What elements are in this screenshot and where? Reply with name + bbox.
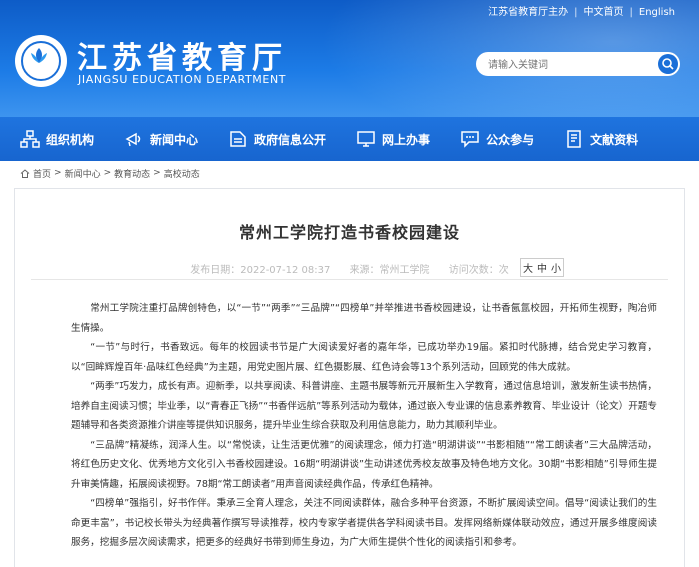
breadcrumb-separator: >: [103, 168, 112, 178]
nav-label: 政府信息公开: [254, 132, 327, 147]
nav-label: 新闻中心: [150, 132, 199, 147]
breadcrumb: 首页 > 新闻中心 > 教育动态 > 高校动态: [0, 161, 699, 185]
breadcrumb-home[interactable]: 首页: [33, 167, 51, 180]
top-separator: |: [629, 7, 633, 18]
public-participation-icon: [461, 131, 479, 148]
view-count: 访问次数：次: [448, 265, 509, 276]
breadcrumb-university-news[interactable]: 高校动态: [164, 167, 200, 180]
search-icon: [662, 58, 674, 70]
logo-emblem-icon: [31, 48, 47, 63]
breadcrumb-news-center[interactable]: 新闻中心: [65, 167, 101, 180]
search-input[interactable]: [486, 52, 650, 78]
site-title: 江苏省教育厅: [77, 41, 287, 76]
online-service-icon: [357, 131, 375, 147]
font-size-medium-button[interactable]: 中: [535, 259, 549, 276]
nav-item-public-participation[interactable]: 公众参与: [460, 129, 534, 149]
home-icon: [20, 168, 30, 178]
top-links: 江苏省教育厅主办 | 中文首页 | English: [482, 3, 681, 18]
news-icon: [125, 132, 141, 147]
nav-label: 组织机构: [46, 132, 95, 147]
article-paragraph: “四榜单”强指引，好书作伴。秉承三全育人理念，关注不同阅读群体，融合多种平台资源…: [71, 498, 657, 548]
search-box: [476, 52, 680, 78]
search-button[interactable]: [658, 54, 678, 74]
main-nav: 组织机构 新闻中心 政府信息公开 网上办事 公众参与 文献资料: [0, 117, 699, 161]
nav-label: 网上办事: [382, 132, 431, 147]
site-header: 江苏省教育厅主办 | 中文首页 | English 江苏省教育厅 JIANGSU EDU…: [0, 0, 699, 117]
font-size-large-button[interactable]: 大: [521, 259, 535, 276]
english-link[interactable]: English: [639, 7, 675, 18]
article-meta: 发布日期：2022-07-12 08:37 来源：常州工学院 访问次数：次: [15, 261, 684, 276]
nav-item-news[interactable]: 新闻中心: [124, 129, 198, 149]
article-paragraph: “一节”与时行，书香致远。每年的校园读书节是广大阅读爱好者的嘉年华，已成功举办1…: [71, 342, 657, 373]
article-paragraph: “三品牌”精凝练，润泽人生。以“常悦读，让生活更优雅”的阅读理念，倾力打造“明湖…: [71, 439, 657, 490]
breadcrumb-education-news[interactable]: 教育动态: [114, 167, 150, 180]
org-chart-icon: [20, 130, 40, 148]
font-size-switcher: 大 中 小: [520, 258, 564, 277]
meta-divider: [31, 279, 668, 280]
documents-icon: [567, 130, 581, 148]
site-logo[interactable]: [15, 35, 67, 87]
article-panel: 常州工学院打造书香校园建设 发布日期：2022-07-12 08:37 来源：常…: [14, 188, 685, 567]
article-title: 常州工学院打造书香校园建设: [238, 223, 460, 242]
article-body: 常州工学院注重打品牌创特色，以“一节”“两季”“三品牌”“四榜单”并举推进书香校…: [71, 299, 657, 553]
breadcrumb-separator: >: [54, 168, 62, 178]
nav-item-online-service[interactable]: 网上办事: [356, 129, 430, 149]
nav-label: 公众参与: [486, 132, 535, 147]
nav-item-documents[interactable]: 文献资料: [564, 129, 638, 149]
chinese-home-link[interactable]: 中文首页: [584, 7, 624, 18]
nav-label: 文献资料: [590, 132, 639, 147]
nav-item-info-disclosure[interactable]: 政府信息公开: [228, 129, 326, 149]
sponsor-text: 江苏省教育厅主办: [488, 7, 569, 18]
article-source: 来源：常州工学院: [349, 265, 430, 276]
site-subtitle: JIANGSU EDUCATION DEPARTMENT: [78, 73, 287, 86]
article-paragraph: 常州工学院注重打品牌创特色，以“一节”“两季”“三品牌”“四榜单”并举推进书香校…: [71, 303, 657, 334]
publish-date: 发布日期：2022-07-12 08:37: [190, 265, 331, 276]
nav-item-organization[interactable]: 组织机构: [20, 129, 94, 149]
top-separator: |: [574, 7, 578, 18]
breadcrumb-separator: >: [153, 168, 161, 178]
font-size-small-button[interactable]: 小: [549, 259, 563, 276]
info-disclosure-icon: [230, 131, 246, 147]
article-paragraph: “两季”巧发力，成长有声。迎新季，以共享阅读、科普讲座、主题书展等新元开展新生入…: [71, 381, 657, 431]
